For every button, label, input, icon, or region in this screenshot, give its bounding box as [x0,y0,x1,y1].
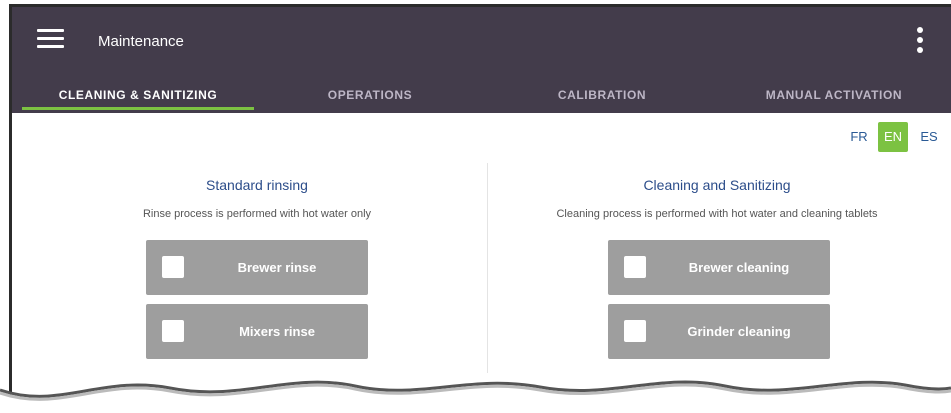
checkbox-icon[interactable] [624,256,646,278]
active-tab-indicator [22,107,254,110]
checkbox-icon[interactable] [624,320,646,342]
mixers-rinse-label: Mixers rinse [239,324,315,339]
brewer-rinse-button[interactable]: Brewer rinse [146,240,368,295]
cleaning-section-description: Cleaning process is performed with hot w… [556,208,878,220]
brewer-cleaning-button[interactable]: Brewer cleaning [608,240,830,295]
section-divider [487,163,488,373]
lang-en-button[interactable]: EN [878,122,908,152]
rinsing-section-title: Standard rinsing [206,177,308,193]
tab-calibration[interactable]: CALIBRATION [486,80,718,110]
torn-edge [0,380,951,413]
lang-es-button[interactable]: ES [916,122,942,152]
brewer-rinse-label: Brewer rinse [237,260,317,275]
mixers-rinse-button[interactable]: Mixers rinse [146,304,368,359]
tab-operations[interactable]: OPERATIONS [254,80,486,110]
tab-cleaning-sanitizing[interactable]: CLEANING & SANITIZING [22,80,254,110]
rinsing-section-description: Rinse process is performed with hot wate… [142,208,372,220]
grinder-cleaning-button[interactable]: Grinder cleaning [608,304,830,359]
checkbox-icon[interactable] [162,320,184,342]
menu-icon[interactable] [37,29,64,49]
app-window: Maintenance CLEANING & SANITIZING OPERAT… [9,4,951,407]
checkbox-icon[interactable] [162,256,184,278]
cleaning-section-title: Cleaning and Sanitizing [643,177,791,193]
more-vert-icon[interactable] [916,27,924,55]
tab-manual-activation[interactable]: MANUAL ACTIVATION [718,80,950,110]
app-bar: Maintenance CLEANING & SANITIZING OPERAT… [12,7,951,113]
brewer-cleaning-label: Brewer cleaning [688,260,790,275]
lang-fr-button[interactable]: FR [846,122,872,152]
page-title: Maintenance [98,33,184,50]
grinder-cleaning-label: Grinder cleaning [687,324,791,339]
